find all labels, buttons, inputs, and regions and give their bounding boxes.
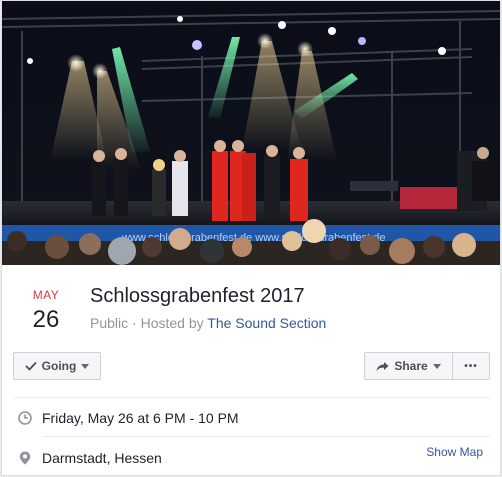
more-options-button[interactable]: ••• (452, 352, 490, 380)
going-label: Going (41, 359, 77, 373)
share-arrow-icon (376, 361, 389, 372)
event-host-link[interactable]: The Sound Section (207, 315, 326, 331)
chevron-down-icon (432, 364, 441, 369)
event-month: MAY (32, 288, 60, 302)
show-map-link[interactable]: Show Map (426, 445, 483, 459)
divider (42, 436, 490, 437)
event-location-row: Darmstadt, Hessen (18, 450, 162, 466)
event-date-badge: MAY 26 (20, 288, 72, 334)
more-icon: ••• (464, 360, 478, 372)
event-subtitle: Public · Hosted by The Sound Section (90, 315, 326, 331)
event-visibility: Public (90, 315, 129, 331)
event-title[interactable]: Schlossgrabenfest 2017 (90, 285, 305, 308)
share-button[interactable]: Share (364, 352, 453, 380)
event-datetime-row: Friday, May 26 at 6 PM - 10 PM (18, 410, 239, 426)
concert-stage-image: www.schlossgrabenfest.de www.schlossgrab… (2, 1, 500, 265)
event-location[interactable]: Darmstadt, Hessen (42, 450, 162, 466)
check-icon (25, 361, 37, 371)
event-day: 26 (32, 306, 60, 333)
event-card: www.schlossgrabenfest.de www.schlossgrab… (1, 0, 501, 476)
share-label: Share (394, 359, 428, 373)
event-cover-photo[interactable]: www.schlossgrabenfest.de www.schlossgrab… (2, 1, 500, 265)
location-pin-icon (18, 451, 32, 465)
hosted-by-label: · Hosted by (128, 315, 208, 331)
chevron-down-icon (81, 364, 90, 369)
clock-icon (18, 411, 32, 425)
event-datetime: Friday, May 26 at 6 PM - 10 PM (42, 410, 239, 426)
divider (14, 397, 490, 398)
going-button[interactable]: Going (13, 352, 101, 380)
